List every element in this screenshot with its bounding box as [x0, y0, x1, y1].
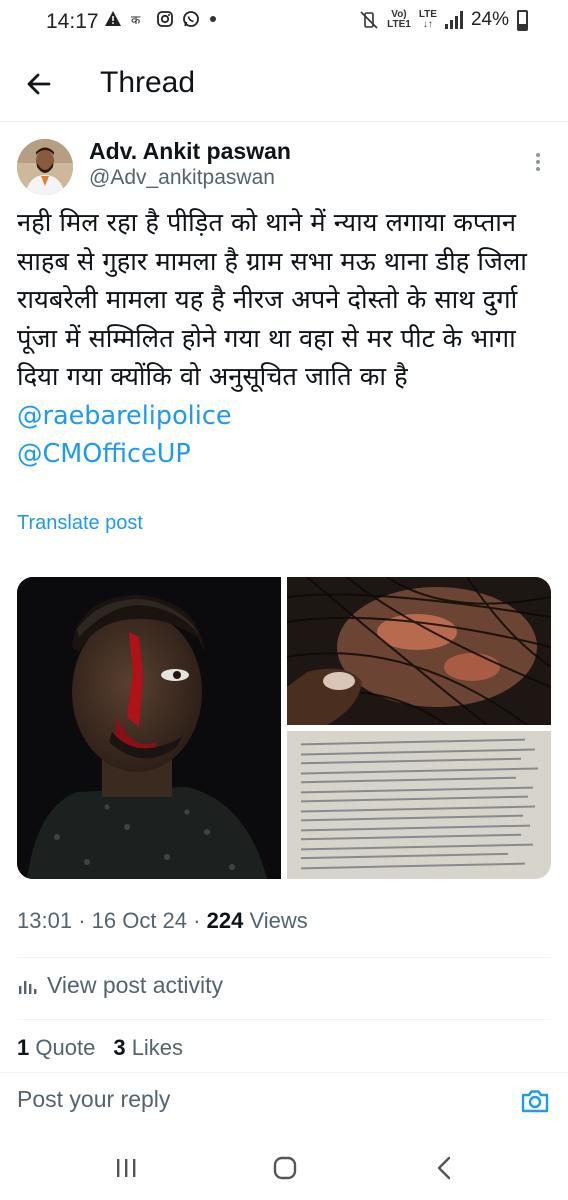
- system-nav-bar: [0, 1136, 568, 1200]
- reply-input[interactable]: Post your reply: [17, 1086, 170, 1113]
- home-button[interactable]: [265, 1150, 305, 1186]
- divider: [17, 1019, 551, 1020]
- more-vertical-icon: [528, 153, 548, 171]
- back-button[interactable]: [20, 64, 60, 104]
- post-body: नही मिल रहा है पीड़ित को थाने में न्याय …: [17, 208, 527, 392]
- avatar[interactable]: [17, 139, 73, 195]
- instagram-icon: [157, 11, 173, 27]
- author-name[interactable]: Adv. Ankit paswan: [89, 138, 291, 165]
- view-post-activity-label: View post activity: [47, 972, 223, 998]
- mention-cmofficeup[interactable]: @CMOfficeUP: [17, 439, 191, 469]
- divider: [17, 957, 551, 958]
- whatsapp-icon: [183, 11, 199, 27]
- chevron-left-icon: [437, 1156, 451, 1180]
- more-options-button[interactable]: [528, 150, 548, 178]
- translate-post-link[interactable]: Translate post: [17, 512, 143, 535]
- camera-button[interactable]: [519, 1085, 551, 1117]
- author-handle[interactable]: @Adv_ankitpaswan: [89, 166, 275, 190]
- reply-bar: Post your reply: [0, 1072, 568, 1129]
- mute-vibrate-icon: [360, 11, 378, 29]
- views-count: 224: [206, 908, 244, 933]
- app-notification-icon: क: [131, 13, 141, 27]
- post-time: 13:01: [17, 908, 73, 933]
- lte-icon: LTE ↓↑: [418, 9, 437, 30]
- likes-link[interactable]: 3 Likes: [113, 1035, 183, 1061]
- dot-icon: [210, 16, 216, 22]
- post-image-handwritten-document[interactable]: [287, 731, 551, 879]
- notification-icons: क: [104, 10, 218, 28]
- post-image-head-wound[interactable]: [287, 577, 551, 725]
- status-bar: 14:17 क Vo) LTE1 LTE ↓↑ 24%: [0, 0, 568, 44]
- page-title: Thread: [100, 66, 196, 99]
- signal-icon: [444, 11, 463, 29]
- post-image-injured-man[interactable]: [17, 577, 281, 879]
- recent-apps-button[interactable]: [106, 1150, 146, 1186]
- post-text: नही मिल रहा है पीड़ित को थाने में न्याय …: [17, 204, 547, 474]
- status-right: Vo) LTE1 LTE ↓↑ 24%: [359, 9, 528, 31]
- media-grid: [17, 577, 551, 879]
- quotes-link[interactable]: 1 Quote: [17, 1035, 95, 1061]
- post-date: 16 Oct 24: [91, 908, 188, 933]
- back-arrow-icon: [27, 73, 51, 95]
- back-nav-button[interactable]: [424, 1150, 464, 1186]
- status-time: 14:17: [46, 10, 99, 33]
- battery-icon: [517, 9, 528, 31]
- views-label: Views: [249, 908, 308, 933]
- analytics-icon: [19, 980, 37, 994]
- thread-header: Thread: [0, 50, 568, 120]
- battery-percent: 24%: [470, 9, 509, 30]
- home-icon: [273, 1156, 297, 1180]
- mention-raebarelipolice[interactable]: @raebarelipolice: [17, 401, 232, 431]
- volte-icon: Vo) LTE1: [387, 9, 411, 30]
- engagement-counts: 1 Quote 3 Likes: [17, 1035, 183, 1061]
- svg-text:क: क: [131, 13, 141, 27]
- recent-apps-icon: [117, 1159, 136, 1177]
- warning-icon: [105, 11, 121, 26]
- view-post-activity-button[interactable]: View post activity: [17, 972, 223, 999]
- header-divider: [0, 121, 568, 122]
- camera-icon: [521, 1090, 549, 1113]
- post-timestamp: 13:01 · 16 Oct 24 · 224 Views: [17, 908, 308, 933]
